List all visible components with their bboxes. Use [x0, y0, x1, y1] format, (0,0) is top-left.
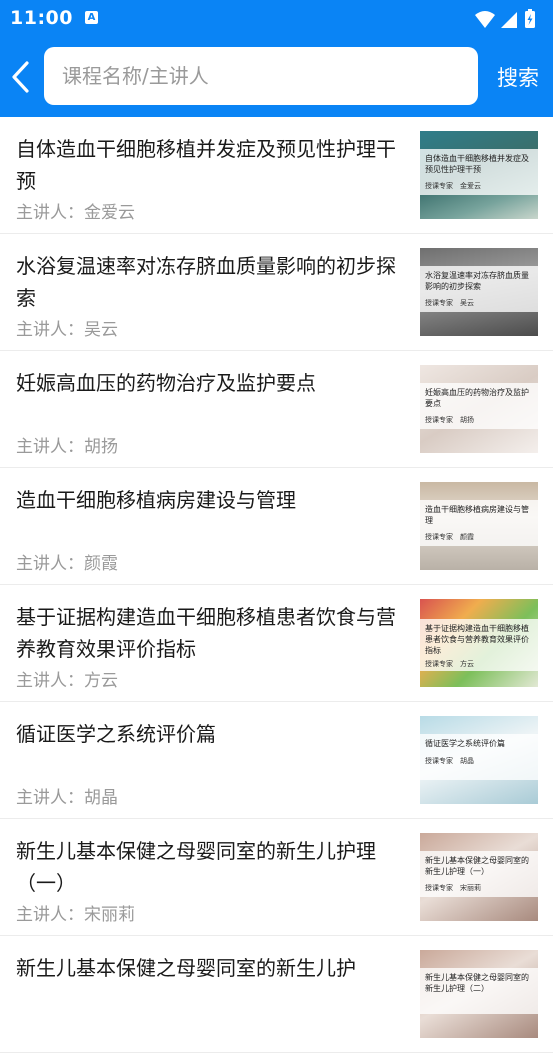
- course-item[interactable]: 造血干细胞移植病房建设与管理 主讲人：颜霞 造血干细胞移植病房建设与管理 授课专…: [0, 468, 553, 585]
- course-title: 循证医学之系统评价篇: [16, 722, 216, 746]
- course-title: 基于证据构建造血干细胞移植患者饮食与营养教育效果评价指标: [16, 605, 396, 661]
- course-title: 水浴复温速率对冻存脐血质量影响的初步探索: [16, 254, 396, 310]
- thumbnail-title: 新生儿基本保健之母婴同室的新生儿护理（一）: [425, 856, 529, 876]
- course-title: 妊娠高血压的药物治疗及监护要点: [16, 371, 316, 395]
- course-speaker: 主讲人：胡晶: [16, 788, 118, 808]
- course-thumbnail: 造血干细胞移植病房建设与管理 授课专家 颜霞: [420, 482, 538, 570]
- search-input[interactable]: [60, 63, 478, 89]
- thumbnail-title: 循证医学之系统评价篇: [425, 739, 505, 748]
- course-thumbnail: 基于证据构建造血干细胞移植患者饮食与营养教育效果评价指标 授课专家 方云: [420, 599, 538, 687]
- course-thumbnail: 水浴复温速率对冻存脐血质量影响的初步探索 授课专家 吴云: [420, 248, 538, 336]
- course-item[interactable]: 基于证据构建造血干细胞移植患者饮食与营养教育效果评价指标 主讲人：方云 基于证据…: [0, 585, 553, 702]
- course-item[interactable]: 妊娠高血压的药物治疗及监护要点 主讲人：胡扬 妊娠高血压的药物治疗及监护要点 授…: [0, 351, 553, 468]
- battery-icon: [525, 9, 535, 28]
- course-speaker: 主讲人：宋丽莉: [16, 905, 135, 925]
- thumbnail-lecturer: 授课专家 吴云: [425, 299, 474, 307]
- app-header: 11:00 A 搜索: [0, 0, 553, 117]
- search-button[interactable]: 搜索: [497, 62, 539, 92]
- search-box[interactable]: [44, 47, 478, 105]
- thumbnail-lecturer: 授课专家 胡扬: [425, 416, 474, 424]
- course-speaker: 主讲人：吴云: [16, 320, 118, 340]
- course-speaker: 主讲人：胡扬: [16, 437, 118, 457]
- thumbnail-title: 新生儿基本保健之母婴同室的新生儿护理（二）: [425, 973, 529, 993]
- course-title: 自体造血干细胞移植并发症及预见性护理干预: [16, 137, 396, 193]
- course-item[interactable]: 新生儿基本保健之母婴同室的新生儿护理（一） 主讲人：宋丽莉 新生儿基本保健之母婴…: [0, 819, 553, 936]
- notification-a-icon: A: [85, 11, 98, 24]
- status-bar: 11:00 A: [0, 0, 553, 38]
- wifi-icon: [475, 11, 495, 28]
- course-thumbnail: 循证医学之系统评价篇 授课专家 胡晶: [420, 716, 538, 804]
- system-status-icons: [475, 9, 535, 28]
- course-title: 新生儿基本保健之母婴同室的新生儿护: [16, 956, 356, 980]
- course-item[interactable]: 循证医学之系统评价篇 主讲人：胡晶 循证医学之系统评价篇 授课专家 胡晶: [0, 702, 553, 819]
- thumbnail-title: 自体造血干细胞移植并发症及预见性护理干预: [425, 154, 529, 174]
- thumbnail-title: 妊娠高血压的药物治疗及监护要点: [425, 388, 529, 408]
- course-thumbnail: 自体造血干细胞移植并发症及预见性护理干预 授课专家 金爱云: [420, 131, 538, 219]
- thumbnail-title: 基于证据构建造血干细胞移植患者饮食与营养教育效果评价指标: [425, 624, 529, 655]
- thumbnail-lecturer: 授课专家 金爱云: [425, 182, 481, 190]
- course-list: 自体造血干细胞移植并发症及预见性护理干预 主讲人：金爱云 自体造血干细胞移植并发…: [0, 117, 553, 1053]
- back-arrow-icon[interactable]: [8, 60, 34, 94]
- course-item[interactable]: 水浴复温速率对冻存脐血质量影响的初步探索 主讲人：吴云 水浴复温速率对冻存脐血质…: [0, 234, 553, 351]
- course-item[interactable]: 自体造血干细胞移植并发症及预见性护理干预 主讲人：金爱云 自体造血干细胞移植并发…: [0, 117, 553, 234]
- course-thumbnail: 新生儿基本保健之母婴同室的新生儿护理（二）: [420, 950, 538, 1038]
- course-title: 新生儿基本保健之母婴同室的新生儿护理（一）: [16, 839, 376, 895]
- thumbnail-title: 造血干细胞移植病房建设与管理: [425, 505, 529, 525]
- course-speaker: 主讲人：金爱云: [16, 203, 135, 223]
- thumbnail-title: 水浴复温速率对冻存脐血质量影响的初步探索: [425, 271, 529, 291]
- thumbnail-lecturer: 授课专家 胡晶: [425, 757, 474, 765]
- thumbnail-lecturer: 授课专家 宋丽莉: [425, 884, 481, 892]
- course-title: 造血干细胞移植病房建设与管理: [16, 488, 296, 512]
- course-thumbnail: 新生儿基本保健之母婴同室的新生儿护理（一） 授课专家 宋丽莉: [420, 833, 538, 921]
- course-speaker: 主讲人：颜霞: [16, 554, 118, 574]
- signal-icon: [501, 12, 517, 28]
- course-thumbnail: 妊娠高血压的药物治疗及监护要点 授课专家 胡扬: [420, 365, 538, 453]
- course-speaker: 主讲人：方云: [16, 671, 118, 691]
- thumbnail-lecturer: 授课专家 方云: [425, 660, 474, 668]
- course-item[interactable]: 新生儿基本保健之母婴同室的新生儿护 新生儿基本保健之母婴同室的新生儿护理（二）: [0, 936, 553, 1053]
- status-time: 11:00: [10, 7, 73, 29]
- thumbnail-lecturer: 授课专家 颜霞: [425, 533, 474, 541]
